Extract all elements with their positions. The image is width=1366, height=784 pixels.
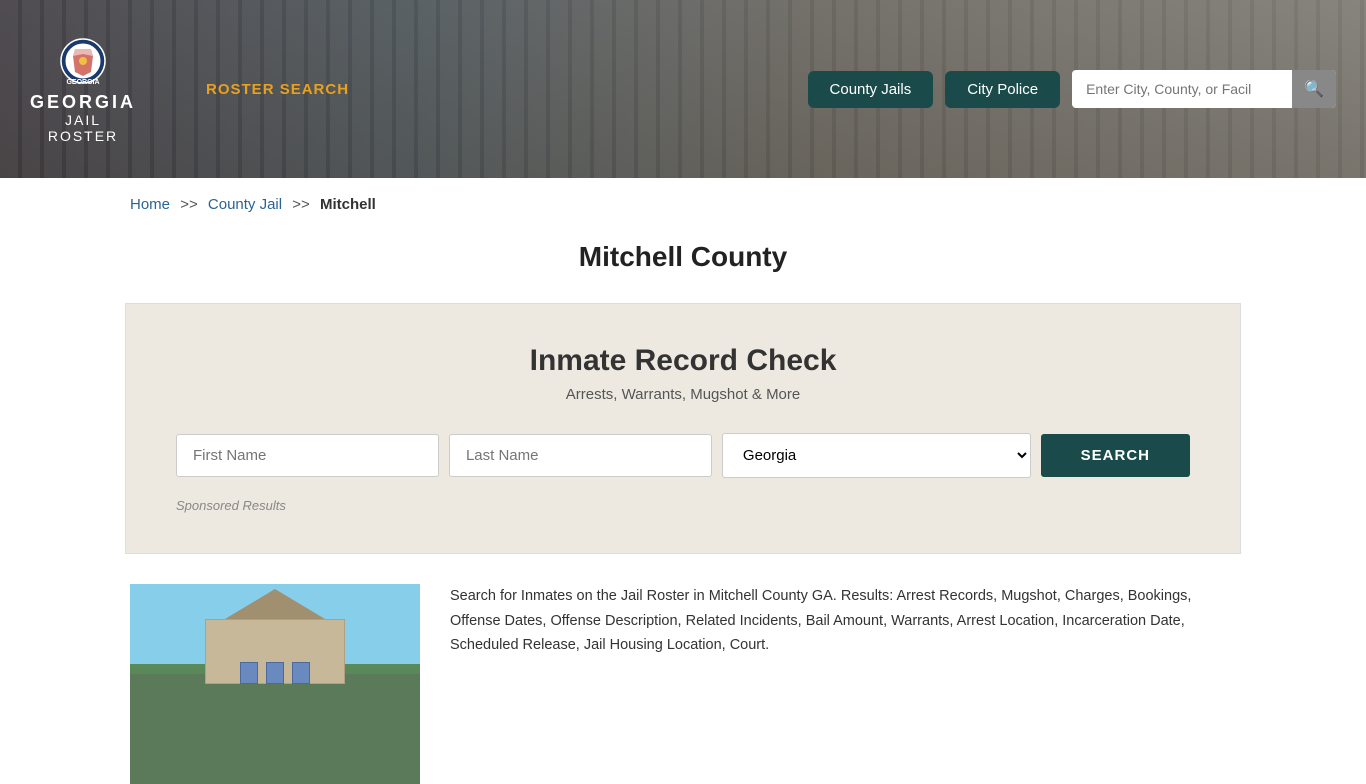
- header-search-input[interactable]: [1072, 73, 1292, 105]
- county-jails-button[interactable]: County Jails: [808, 71, 934, 108]
- first-name-input[interactable]: [176, 434, 439, 477]
- logo-text-jail: JAIL: [65, 112, 101, 128]
- breadcrumb-sep-2: >>: [292, 196, 310, 213]
- bottom-section: Search for Inmates on the Jail Roster in…: [0, 584, 1366, 784]
- page-title: Mitchell County: [0, 241, 1366, 273]
- header-search-button[interactable]: 🔍: [1292, 70, 1336, 108]
- breadcrumb-current: Mitchell: [320, 196, 376, 213]
- page-title-section: Mitchell County: [0, 231, 1366, 303]
- last-name-input[interactable]: [449, 434, 712, 477]
- inmate-form-row: Georgia Alabama Alaska Arizona Arkansas …: [176, 433, 1190, 478]
- breadcrumb-home-link[interactable]: Home: [130, 196, 170, 213]
- georgia-seal-icon: GEORGIA: [53, 34, 113, 89]
- logo-text-georgia: GEORGIA: [30, 93, 136, 113]
- breadcrumb-sep-1: >>: [180, 196, 198, 213]
- header-nav-right: County Jails City Police 🔍: [808, 70, 1336, 108]
- state-select[interactable]: Georgia Alabama Alaska Arizona Arkansas …: [722, 433, 1031, 478]
- inmate-box-title: Inmate Record Check: [176, 344, 1190, 378]
- breadcrumb-county-jail-link[interactable]: County Jail: [208, 196, 282, 213]
- logo-text-roster: ROSTER: [48, 128, 118, 144]
- jail-description: Search for Inmates on the Jail Roster in…: [450, 584, 1236, 784]
- site-header: GEORGIA GEORGIA JAIL ROSTER ROSTER SEARC…: [0, 0, 1366, 178]
- sponsored-label: Sponsored Results: [176, 498, 1190, 513]
- inmate-box-subtitle: Arrests, Warrants, Mugshot & More: [176, 386, 1190, 403]
- site-logo: GEORGIA GEORGIA JAIL ROSTER: [30, 34, 136, 145]
- header-search-bar: 🔍: [1072, 70, 1336, 108]
- svg-text:GEORGIA: GEORGIA: [66, 79, 99, 86]
- inmate-search-button[interactable]: SEARCH: [1041, 434, 1190, 477]
- roster-search-nav[interactable]: ROSTER SEARCH: [206, 81, 349, 98]
- inmate-record-check-box: Inmate Record Check Arrests, Warrants, M…: [125, 303, 1241, 554]
- jail-image: [130, 584, 420, 784]
- city-police-button[interactable]: City Police: [945, 71, 1060, 108]
- breadcrumb: Home >> County Jail >> Mitchell: [0, 178, 1366, 231]
